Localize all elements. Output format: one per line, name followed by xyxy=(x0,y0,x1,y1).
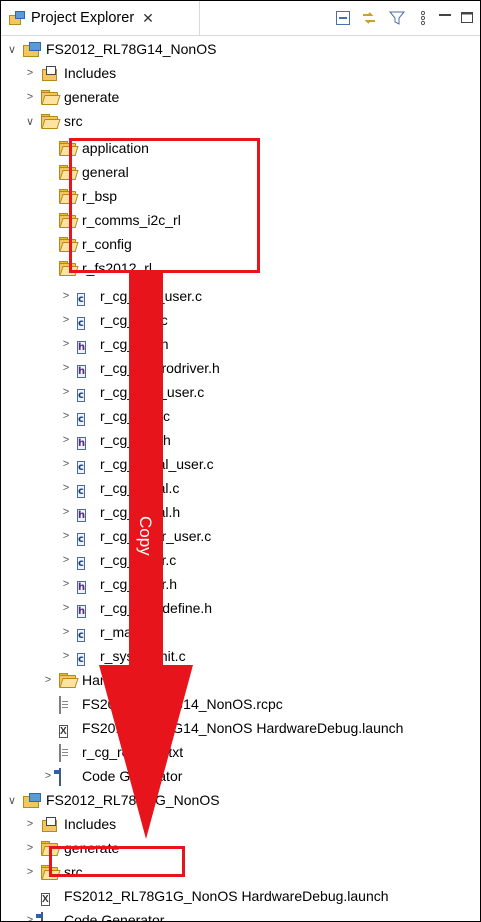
copy-arrow-head xyxy=(99,665,193,839)
copy-arrow-shaft xyxy=(129,273,163,665)
copy-arrow: Copy xyxy=(99,273,193,839)
project-explorer-panel: Project Explorer ✕ ∨ FS2012_RL78G14_NonO… xyxy=(0,0,481,922)
copy-label: Copy xyxy=(136,516,155,556)
